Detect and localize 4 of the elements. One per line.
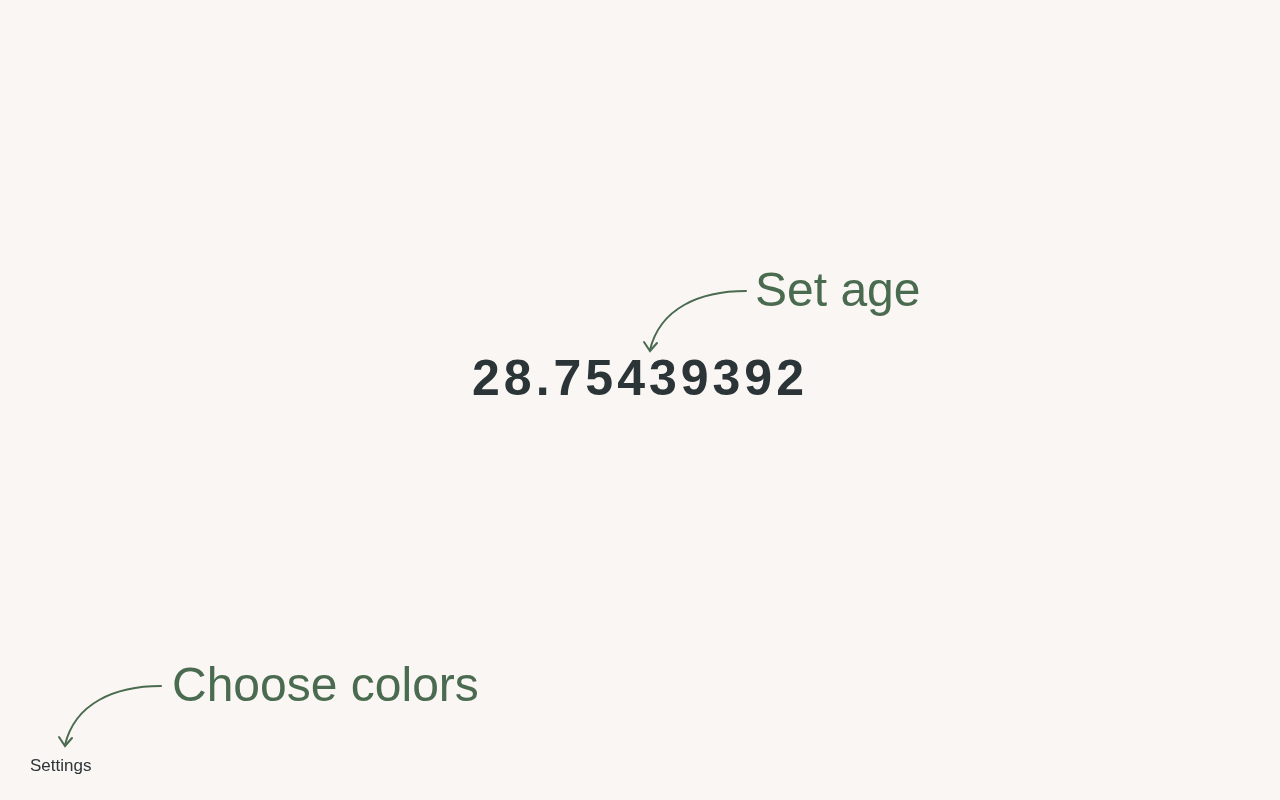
age-value[interactable]: 28.75439392 — [472, 349, 808, 407]
annotation-text: Set age — [755, 266, 921, 314]
annotation-text: Choose colors — [172, 661, 479, 709]
settings-link[interactable]: Settings — [30, 756, 92, 775]
